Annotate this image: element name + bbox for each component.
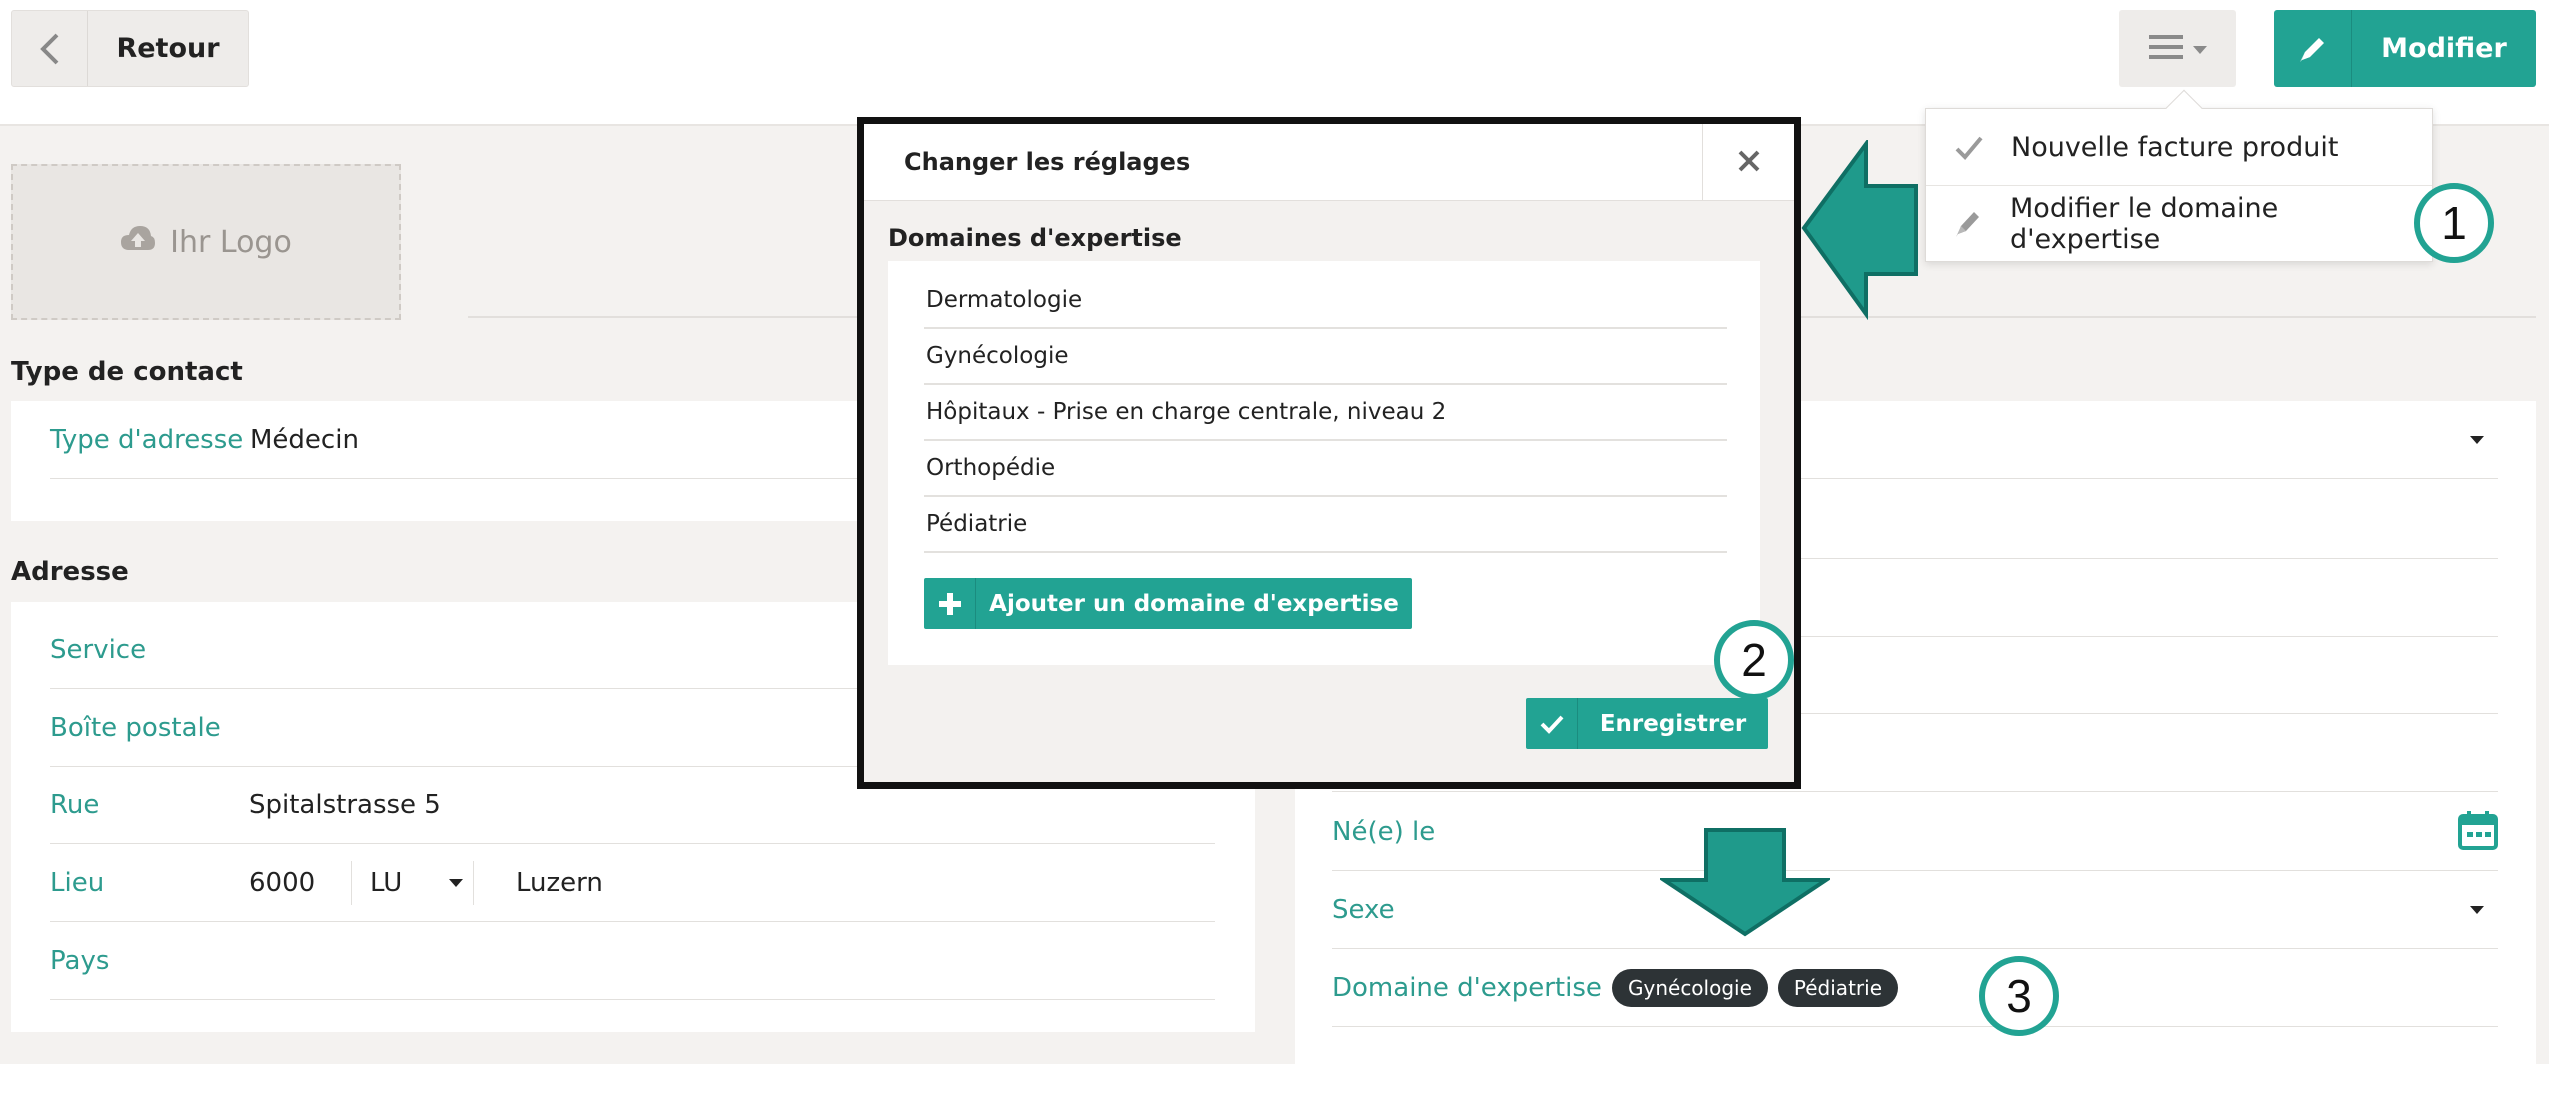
modal-title: Changer les réglages: [904, 148, 1191, 176]
menu-button[interactable]: [2119, 10, 2236, 87]
address-title: Adresse: [11, 557, 129, 587]
check-icon: [1926, 135, 2011, 161]
logo-label: Ihr Logo: [170, 224, 292, 260]
zip-value[interactable]: 6000: [249, 861, 352, 905]
contact-type-title: Type de contact: [11, 357, 243, 387]
street-label: Rue: [50, 790, 100, 820]
expertise-label: Domaine d'expertise: [1332, 973, 1602, 1003]
city-value[interactable]: Luzern: [516, 868, 603, 898]
country-row[interactable]: Pays: [50, 923, 1215, 1000]
pobox-label: Boîte postale: [50, 713, 221, 743]
save-button[interactable]: Enregistrer: [1526, 698, 1768, 749]
calendar-icon[interactable]: [2458, 810, 2498, 854]
add-expertise-label: Ajouter un domaine d'expertise: [989, 590, 1399, 617]
expertise-tag[interactable]: Pédiatrie: [1777, 969, 1898, 1007]
address-type-value: Médecin: [250, 425, 359, 455]
modal-subtitle: Domaines d'expertise: [888, 224, 1182, 252]
pencil-icon: [2274, 10, 2352, 87]
list-item[interactable]: Orthopédie: [924, 441, 1727, 497]
address-type-label: Type d'adresse: [50, 425, 244, 455]
add-expertise-button[interactable]: Ajouter un domaine d'expertise: [924, 578, 1412, 629]
edit-label: Modifier: [2381, 33, 2507, 64]
birthdate-row[interactable]: Né(e) le: [1332, 794, 2498, 871]
birthdate-label: Né(e) le: [1332, 817, 1436, 847]
list-item[interactable]: Hôpitaux - Prise en charge centrale, niv…: [924, 385, 1727, 441]
menu-item-edit-expertise[interactable]: Modifier le domaine d'expertise: [1926, 186, 2432, 262]
cloud-upload-icon: [120, 224, 156, 260]
pencil-icon: [1926, 209, 2010, 239]
caret-down-icon: [2470, 906, 2484, 914]
sex-label: Sexe: [1332, 895, 1395, 925]
menu-item-label: Nouvelle facture produit: [2011, 132, 2339, 163]
list-item[interactable]: Dermatologie: [924, 273, 1727, 329]
step-2-badge: 2: [1714, 620, 1794, 700]
list-item[interactable]: Gynécologie: [924, 329, 1727, 385]
caret-down-icon: [2470, 436, 2484, 444]
expertise-list: Dermatologie Gynécologie Hôpitaux - Pris…: [888, 261, 1760, 665]
service-label: Service: [50, 635, 147, 665]
close-button[interactable]: [1702, 124, 1794, 201]
caret-down-icon: [449, 879, 463, 887]
plus-icon: [924, 578, 976, 629]
city-row[interactable]: Lieu 6000 LU Luzern: [50, 845, 1215, 922]
expertise-row[interactable]: Domaine d'expertise Gynécologie Pédiatri…: [1332, 950, 2498, 1027]
city-label: Lieu: [50, 868, 105, 898]
arrow-left-icon: [1800, 137, 1920, 324]
canton-select[interactable]: LU: [352, 861, 474, 905]
canton-value: LU: [370, 868, 403, 898]
arrow-down-icon: [1657, 826, 1833, 942]
hamburger-icon: [2148, 34, 2183, 64]
expertise-tag[interactable]: Gynécologie: [1612, 969, 1768, 1007]
logo-upload[interactable]: Ihr Logo: [11, 164, 401, 320]
list-item[interactable]: Pédiatrie: [924, 497, 1727, 553]
settings-modal: Changer les réglages Domaines d'expertis…: [857, 117, 1801, 789]
back-label: Retour: [116, 33, 220, 64]
country-label: Pays: [50, 946, 110, 976]
caret-down-icon: [2192, 39, 2207, 58]
step-3-badge: 3: [1979, 956, 2059, 1036]
sex-row[interactable]: Sexe: [1332, 872, 2498, 949]
modal-header: Changer les réglages: [864, 124, 1794, 201]
menu-item-new-invoice[interactable]: Nouvelle facture produit: [1926, 110, 2432, 186]
edit-button[interactable]: Modifier: [2274, 10, 2536, 87]
actions-dropdown: Nouvelle facture produit Modifier le dom…: [1925, 89, 2433, 262]
save-label: Enregistrer: [1599, 710, 1747, 737]
menu-item-label: Modifier le domaine d'expertise: [2010, 193, 2279, 255]
street-value: Spitalstrasse 5: [249, 790, 441, 820]
close-icon: [1737, 149, 1761, 177]
chevron-left-icon: [12, 11, 88, 86]
check-icon: [1526, 698, 1578, 749]
step-1-badge: 1: [2414, 183, 2494, 263]
back-button[interactable]: Retour: [11, 10, 249, 87]
